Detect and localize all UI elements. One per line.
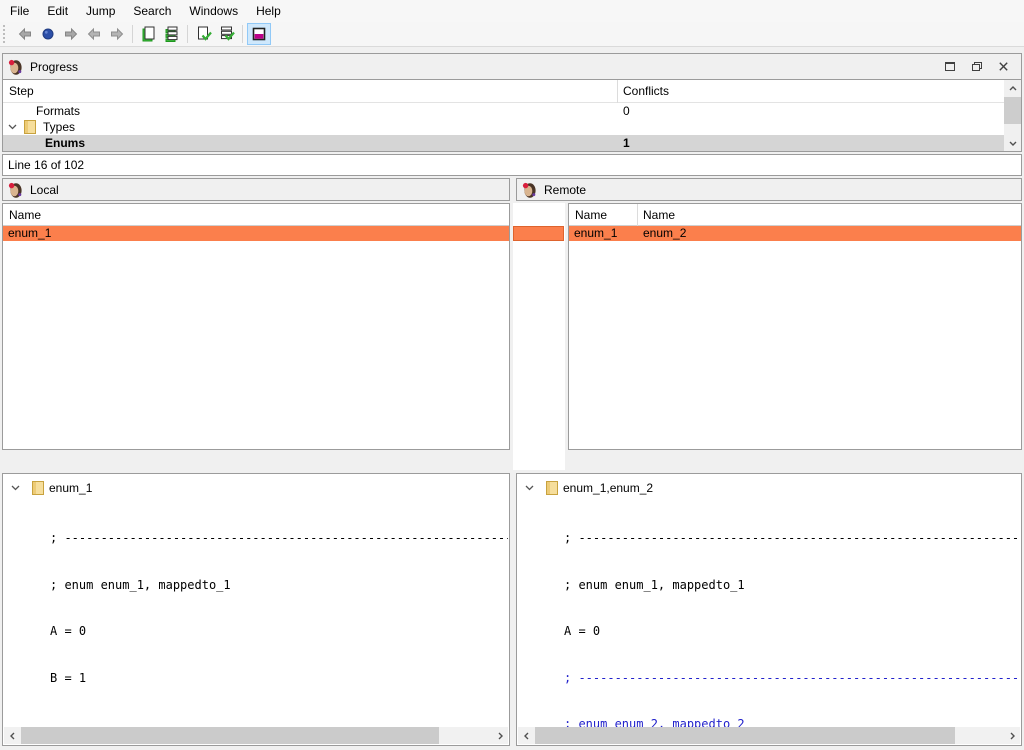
chevron-down-icon[interactable]	[11, 485, 20, 491]
column-separator	[637, 204, 638, 226]
column-step[interactable]: Step	[9, 80, 34, 103]
remote-enum-code[interactable]: ; --------------------------------------…	[564, 500, 1020, 746]
progress-column-header[interactable]: Step Conflicts	[3, 80, 1004, 103]
remote-detail-title: enum_1,enum_2	[563, 481, 653, 495]
local-detail-title: enum_1	[49, 481, 92, 495]
folder-icon	[24, 120, 36, 134]
merge-window-icon[interactable]	[247, 23, 271, 45]
progress-tree: Step Conflicts Formats 0 Types Enums	[3, 80, 1021, 151]
document-icon[interactable]	[137, 23, 160, 45]
merge-tool-window: File Edit Jump Search Windows Help	[0, 0, 1024, 750]
restore-icon[interactable]	[963, 57, 990, 77]
tree-row-formats[interactable]: Formats 0	[3, 103, 1004, 119]
scrollbar-thumb[interactable]	[1004, 97, 1021, 124]
toolbar-drag-handle[interactable]	[3, 25, 8, 43]
scroll-left-icon[interactable]	[518, 727, 534, 744]
ida-icon	[521, 182, 537, 198]
diff-connector-strip	[513, 203, 565, 470]
forward-arrow-icon[interactable]	[59, 23, 82, 45]
local-list-header[interactable]: Name	[3, 204, 509, 226]
progress-titlebar[interactable]: Progress	[3, 54, 1021, 80]
local-titlebar[interactable]: Local	[2, 178, 510, 201]
remote-horizontal-scrollbar[interactable]	[518, 727, 1020, 744]
menu-item-file[interactable]: File	[1, 1, 38, 21]
remote-title: Remote	[544, 183, 586, 197]
code-line: ; enum enum_1, mappedto_1	[564, 578, 1020, 594]
column-conflicts[interactable]: Conflicts	[623, 80, 669, 103]
chevron-down-icon[interactable]	[525, 485, 534, 491]
next-arrow-icon[interactable]	[105, 23, 128, 45]
scrollbar-thumb[interactable]	[21, 727, 439, 744]
local-detail-header[interactable]: enum_1	[3, 481, 509, 497]
remote-list: Name Name enum_1 enum_2	[568, 203, 1022, 450]
toolbar-separator	[242, 25, 243, 43]
column-separator	[617, 80, 618, 103]
local-horizontal-scrollbar[interactable]	[4, 727, 508, 744]
scroll-right-icon[interactable]	[1004, 727, 1020, 744]
code-line: ; --------------------------------------…	[564, 531, 1020, 547]
diff-connector-cell	[513, 226, 564, 241]
menu-bar: File Edit Jump Search Windows Help	[0, 0, 1024, 22]
progress-panel: Progress Step Conflicts Formats 0	[2, 53, 1022, 152]
remote-row-enum1-enum2[interactable]: enum_1 enum_2	[569, 226, 1021, 241]
local-detail-panel: enum_1 ; -------------------------------…	[2, 473, 510, 746]
menu-item-edit[interactable]: Edit	[38, 1, 77, 21]
prev-arrow-icon[interactable]	[82, 23, 105, 45]
folder-icon	[546, 481, 558, 495]
code-line: ; enum enum_1, mappedto_1	[50, 578, 508, 594]
menu-item-jump[interactable]: Jump	[77, 1, 124, 21]
code-line: A = 0	[50, 624, 508, 640]
position-dot-icon[interactable]	[36, 23, 59, 45]
column-name-1[interactable]: Name	[575, 204, 607, 226]
tree-row-enums[interactable]: Enums 1	[3, 135, 1004, 151]
segments-check-icon[interactable]	[215, 23, 238, 45]
menu-item-search[interactable]: Search	[124, 1, 180, 21]
local-list: Name enum_1	[2, 203, 510, 450]
local-title: Local	[30, 183, 59, 197]
progress-vertical-scrollbar[interactable]	[1004, 80, 1021, 151]
toolbar	[0, 22, 1024, 47]
scroll-right-icon[interactable]	[492, 727, 508, 744]
close-icon[interactable]	[990, 57, 1017, 77]
menu-item-help[interactable]: Help	[247, 1, 290, 21]
folder-icon	[32, 481, 44, 495]
ida-icon	[7, 59, 23, 75]
scroll-down-icon[interactable]	[1004, 135, 1021, 151]
local-enum-code[interactable]: ; --------------------------------------…	[50, 500, 508, 717]
code-line: A = 0	[564, 624, 1020, 640]
toolbar-separator	[132, 25, 133, 43]
code-line: ; --------------------------------------…	[564, 671, 1020, 687]
remote-titlebar[interactable]: Remote	[516, 178, 1022, 201]
line-status: Line 16 of 102	[2, 154, 1022, 176]
scrollbar-thumb[interactable]	[535, 727, 955, 744]
segments-icon[interactable]	[160, 23, 183, 45]
back-arrow-icon[interactable]	[13, 23, 36, 45]
menu-item-windows[interactable]: Windows	[180, 1, 247, 21]
code-line: B = 1	[50, 671, 508, 687]
column-name-2[interactable]: Name	[643, 204, 675, 226]
maximize-icon[interactable]	[936, 57, 963, 77]
ida-icon	[7, 182, 23, 198]
document-check-icon[interactable]	[192, 23, 215, 45]
column-name[interactable]: Name	[9, 204, 41, 226]
code-line: ; --------------------------------------…	[50, 531, 508, 547]
toolbar-separator	[187, 25, 188, 43]
progress-title: Progress	[30, 60, 78, 74]
remote-detail-panel: enum_1,enum_2 ; ------------------------…	[516, 473, 1022, 746]
tree-row-types[interactable]: Types	[3, 119, 1004, 135]
remote-detail-header[interactable]: enum_1,enum_2	[517, 481, 1021, 497]
remote-list-header[interactable]: Name Name	[569, 204, 1021, 226]
scroll-left-icon[interactable]	[4, 727, 20, 744]
chevron-down-icon[interactable]	[8, 124, 17, 130]
local-row-enum1[interactable]: enum_1	[3, 226, 509, 241]
scroll-up-icon[interactable]	[1004, 80, 1021, 96]
